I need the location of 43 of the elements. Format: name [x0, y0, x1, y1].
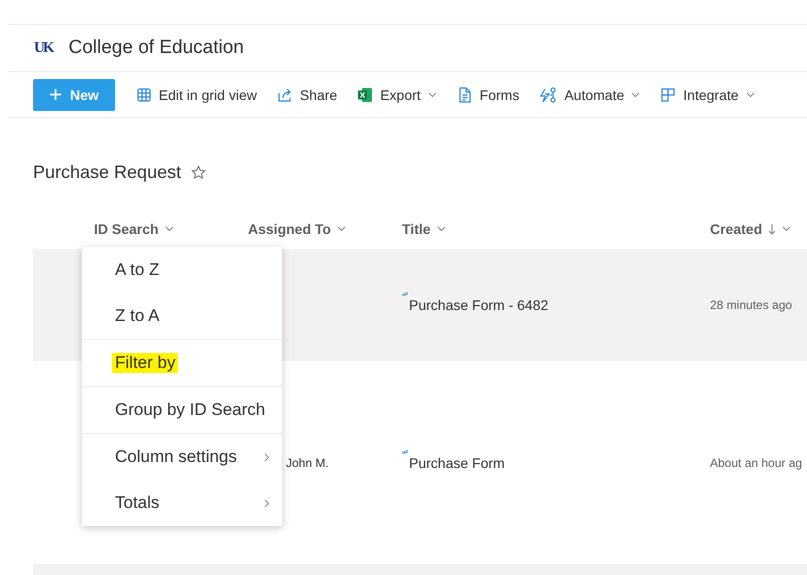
chevron-down-icon	[746, 92, 755, 98]
chevron-down-icon	[782, 226, 792, 232]
chevron-down-icon	[164, 226, 174, 232]
toolbar-button[interactable]: Export	[348, 78, 446, 110]
arrow-down-icon	[768, 224, 776, 234]
column-header[interactable]: Title	[402, 221, 446, 237]
chevron-down-icon	[436, 226, 446, 232]
column-header[interactable]: ID Search	[94, 221, 174, 237]
star-icon[interactable]	[191, 165, 206, 180]
new-item-icon	[402, 450, 409, 456]
site-logo: UK	[34, 40, 52, 56]
chevron-down-icon	[428, 92, 437, 98]
menu-item[interactable]: Column settings	[82, 433, 282, 480]
table-cell: John M.	[286, 456, 329, 470]
chevron-down-icon	[631, 92, 640, 98]
flow-icon	[539, 86, 558, 102]
spreadsheet-icon	[357, 86, 374, 102]
site-title: College of Education	[68, 37, 244, 59]
table-cell: About an hour ag	[710, 456, 802, 470]
apps-icon	[660, 86, 676, 102]
menu-item[interactable]: Totals	[82, 480, 282, 526]
document-icon	[456, 86, 473, 102]
item-link[interactable]: Purchase Form - 6482	[402, 297, 548, 313]
grid-icon	[136, 86, 152, 102]
menu-item[interactable]: Group by ID Search	[82, 386, 282, 433]
plus-icon	[49, 88, 62, 101]
menu-item[interactable]: A to Z	[82, 247, 282, 293]
toolbar-button[interactable]: Edit in grid view	[126, 78, 266, 110]
list-title: Purchase Request	[33, 162, 182, 183]
column-header[interactable]: Created	[710, 221, 792, 237]
toolbar-button[interactable]: Share	[268, 78, 346, 110]
menu-item[interactable]: Filter by	[82, 339, 282, 386]
table-cell: 28 minutes ago	[710, 298, 792, 312]
toolbar-button[interactable]: Forms	[448, 78, 528, 110]
share-icon	[276, 86, 293, 102]
item-link[interactable]: Purchase Form	[402, 454, 505, 470]
toolbar-button[interactable]: Integrate	[651, 78, 764, 110]
menu-item[interactable]: Z to A	[82, 293, 282, 339]
toolbar-button[interactable]: Automate	[530, 78, 650, 110]
chevron-down-icon	[336, 226, 346, 232]
column-header[interactable]: Assigned To	[248, 221, 346, 237]
chevron-right-icon	[264, 498, 270, 508]
chevron-right-icon	[264, 452, 270, 462]
